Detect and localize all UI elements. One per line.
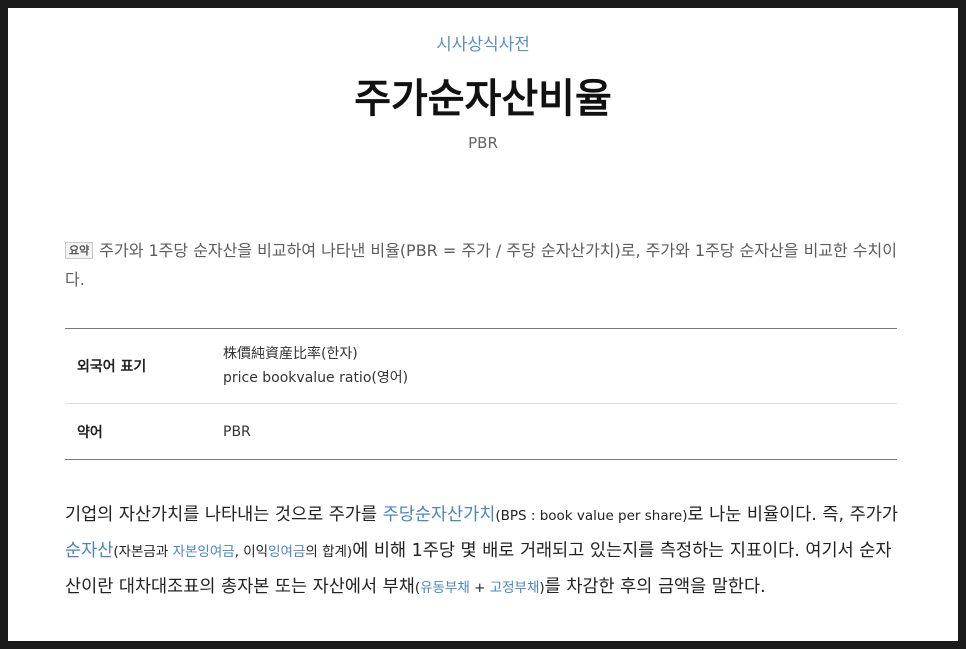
link-bps[interactable]: 주당순자산가치 xyxy=(383,505,496,525)
body-paragraph: 기업의 자산가치를 나타내는 것으로 주가를 주당순자산가치(BPS : boo… xyxy=(65,498,905,606)
body-text-segment: 의 합계) xyxy=(305,544,353,560)
body-text-segment: (자본금과 xyxy=(113,544,173,560)
body-text-segment: (BPS : book value per share) xyxy=(495,508,688,524)
body-text-segment: 로 나눈 비율이다. 즉, 주가가 xyxy=(687,505,898,525)
link-fixed-liabilities[interactable]: 고정부채 xyxy=(490,580,540,596)
entry-subtitle: PBR xyxy=(468,134,498,152)
row-value: price bookvalue ratio(영어) xyxy=(223,370,409,386)
summary-badge: 요약 xyxy=(65,242,94,259)
body-text-segment: + xyxy=(469,580,490,596)
info-table: 외국어 표기 株價純資産比率(한자) price bookvalue ratio… xyxy=(65,328,897,460)
link-current-liabilities[interactable]: 유동부채 xyxy=(420,580,470,596)
link-capital-surplus[interactable]: 자본잉여금 xyxy=(173,544,235,560)
link-retained-earnings[interactable]: 잉여금 xyxy=(268,544,305,560)
table-row-foreign-notation: 외국어 표기 株價純資産比率(한자) price bookvalue ratio… xyxy=(65,329,897,403)
summary-section: 요약 주가와 1주당 순자산을 비교하여 나타낸 비율(PBR = 주가 / 주당… xyxy=(65,236,897,294)
row-value: PBR xyxy=(223,423,251,440)
row-label: 약어 xyxy=(77,424,103,441)
link-net-assets[interactable]: 순자산 xyxy=(65,541,113,561)
table-row-abbreviation: 약어 PBR xyxy=(65,403,897,459)
summary-text: 주가와 1주당 순자산을 비교하여 나타낸 비율(PBR = 주가 / 주당 순… xyxy=(65,241,897,289)
row-value: 株價純資産比率(한자) xyxy=(223,346,358,362)
dictionary-category-link[interactable]: 시사상식사전 xyxy=(8,30,958,55)
body-text-segment: , 이익 xyxy=(234,544,269,560)
row-values: 株價純資産比率(한자) price bookvalue ratio(영어) xyxy=(223,342,408,390)
entry-title: 주가순자산비율 xyxy=(354,76,612,122)
body-text-segment: 기업의 자산가치를 나타내는 것으로 주가를 xyxy=(65,505,383,525)
body-text-segment: 를 차감한 후의 금액을 말한다. xyxy=(544,577,766,597)
row-values: PBR xyxy=(223,420,251,444)
dictionary-entry-page: 시사상식사전 주가순자산비율 PBR 요약 주가와 1주당 순자산을 비교하여 나… xyxy=(8,8,958,641)
row-label: 외국어 표기 xyxy=(77,359,147,375)
